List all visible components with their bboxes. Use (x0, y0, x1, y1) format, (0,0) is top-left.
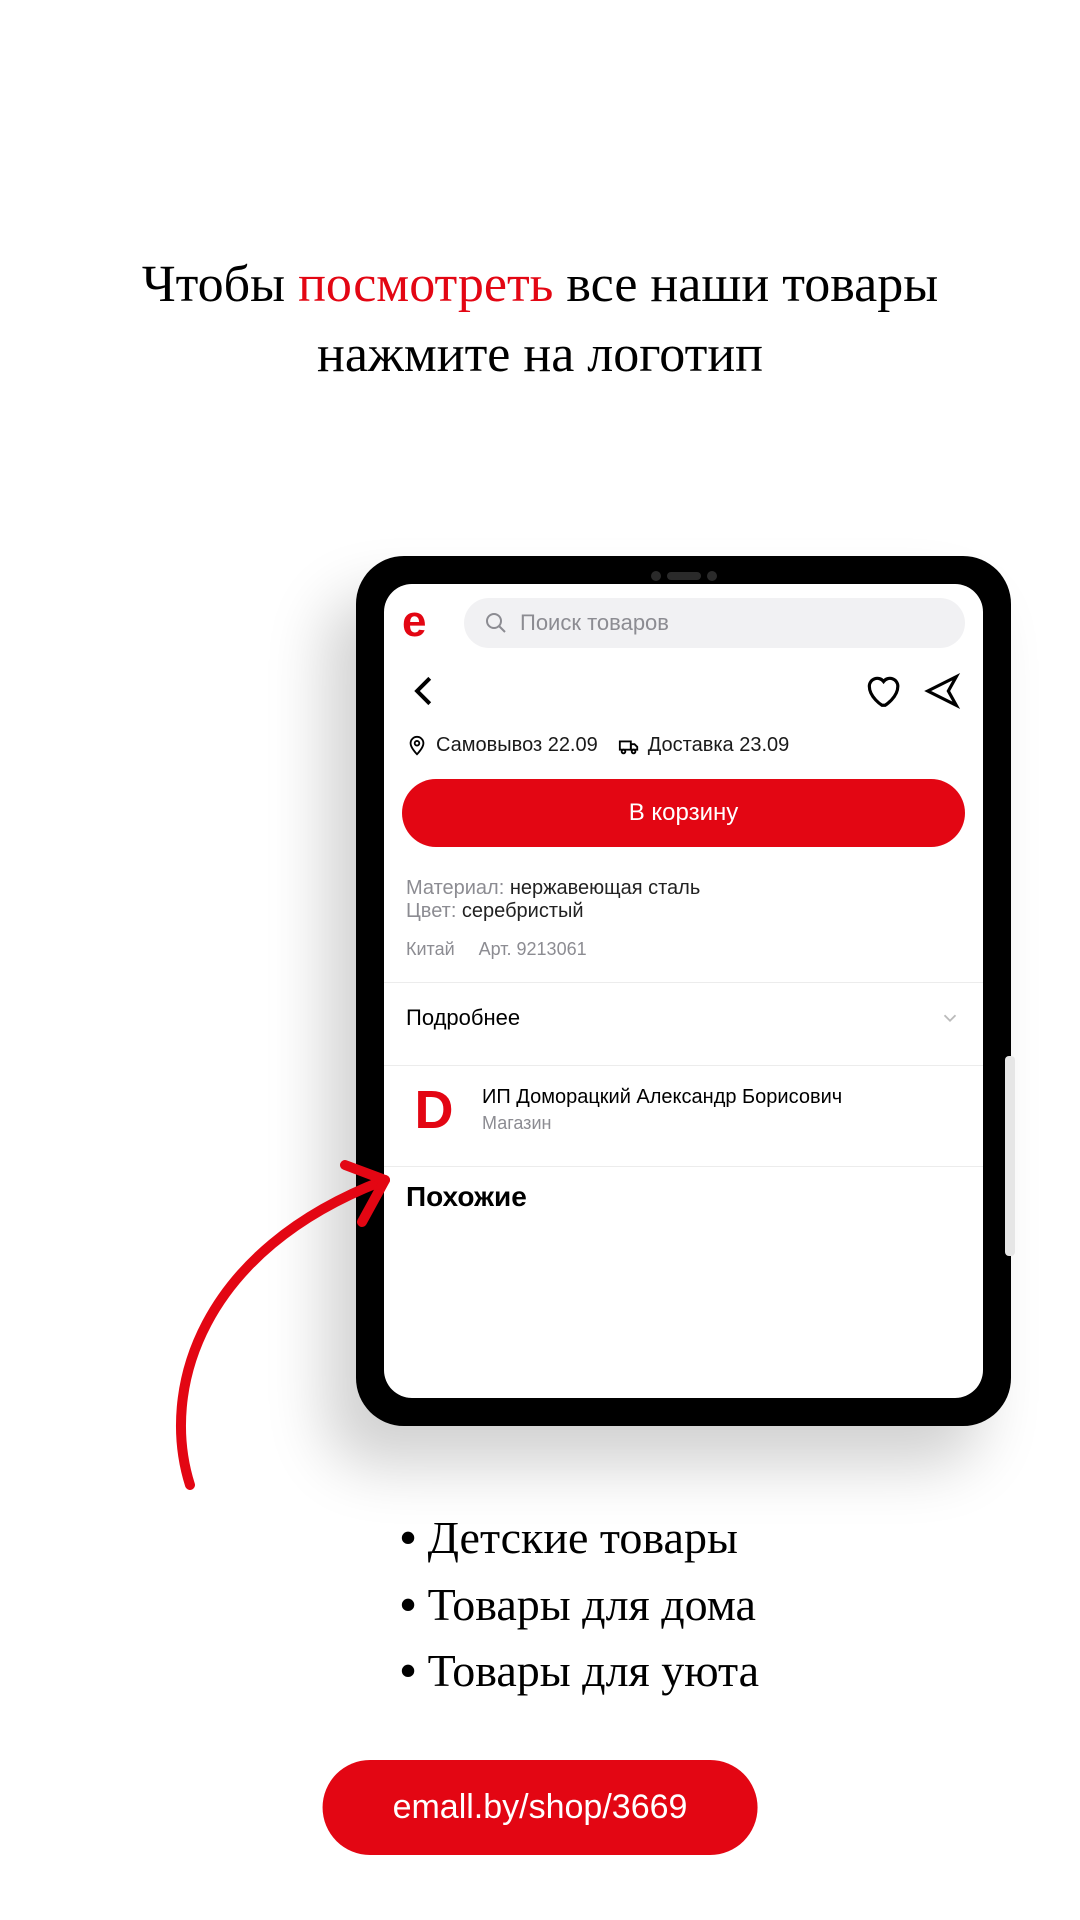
heart-icon[interactable] (863, 672, 901, 710)
heading-part3: нажмите на логотип (317, 326, 763, 383)
seller-type: Магазин (482, 1113, 842, 1134)
tablet-notch (644, 570, 724, 582)
seller-name: ИП Доморацкий Александр Борисович (482, 1086, 842, 1109)
add-to-cart-button[interactable]: В корзину (402, 779, 965, 847)
promo-heading: Чтобы посмотреть все наши товары нажмите… (0, 250, 1080, 390)
back-icon[interactable] (406, 672, 444, 710)
chevron-down-icon (939, 1007, 961, 1029)
shipping-info: Доставка 23.09 (618, 734, 790, 757)
search-placeholder: Поиск товаров (520, 610, 669, 636)
seller-logo: D (406, 1082, 462, 1138)
tablet-side-button (1005, 1056, 1015, 1256)
heading-highlight: посмотреть (298, 256, 553, 313)
heading-part1: Чтобы (142, 256, 298, 313)
share-icon[interactable] (923, 672, 961, 710)
pickup-text: Самовывоз 22.09 (436, 734, 598, 757)
search-input[interactable]: Поиск товаров (464, 598, 965, 648)
product-specs: Материал: нержавеющая сталь Цвет: серебр… (384, 867, 983, 970)
app-screen: e Поиск товаров Самовывоз 22.09 Доставка… (384, 584, 983, 1398)
material-value: нержавеющая сталь (504, 877, 700, 899)
material-key: Материал: (406, 877, 504, 899)
emall-logo[interactable]: e (402, 600, 448, 646)
country-text: Китай (406, 939, 455, 960)
bullet-item: Товары для дома (400, 1572, 759, 1639)
bullet-item: Товары для уюта (400, 1638, 759, 1705)
shipping-text: Доставка 23.09 (648, 734, 790, 757)
details-label: Подробнее (406, 1005, 520, 1031)
pickup-info: Самовывоз 22.09 (406, 734, 598, 757)
heading-part2: все наши товары (553, 256, 938, 313)
similar-heading: Похожие (384, 1167, 983, 1227)
article-text: Арт. 9213061 (479, 939, 587, 960)
app-topbar: e Поиск товаров (384, 584, 983, 662)
delivery-row: Самовывоз 22.09 Доставка 23.09 (384, 716, 983, 771)
search-icon (484, 611, 508, 635)
truck-icon (618, 735, 640, 757)
pin-icon (406, 735, 428, 757)
seller-row[interactable]: D ИП Доморацкий Александр Борисович Мага… (384, 1066, 983, 1154)
bullet-item: Детские товары (400, 1505, 759, 1572)
tablet-frame: e Поиск товаров Самовывоз 22.09 Доставка… (356, 556, 1011, 1426)
bullet-list: Детские товары Товары для дома Товары дл… (400, 1505, 759, 1705)
color-key: Цвет: (406, 900, 456, 922)
shop-url-button[interactable]: emall.by/shop/3669 (323, 1760, 758, 1855)
details-row[interactable]: Подробнее (384, 983, 983, 1053)
color-value: серебристый (456, 900, 583, 922)
nav-row (384, 662, 983, 716)
